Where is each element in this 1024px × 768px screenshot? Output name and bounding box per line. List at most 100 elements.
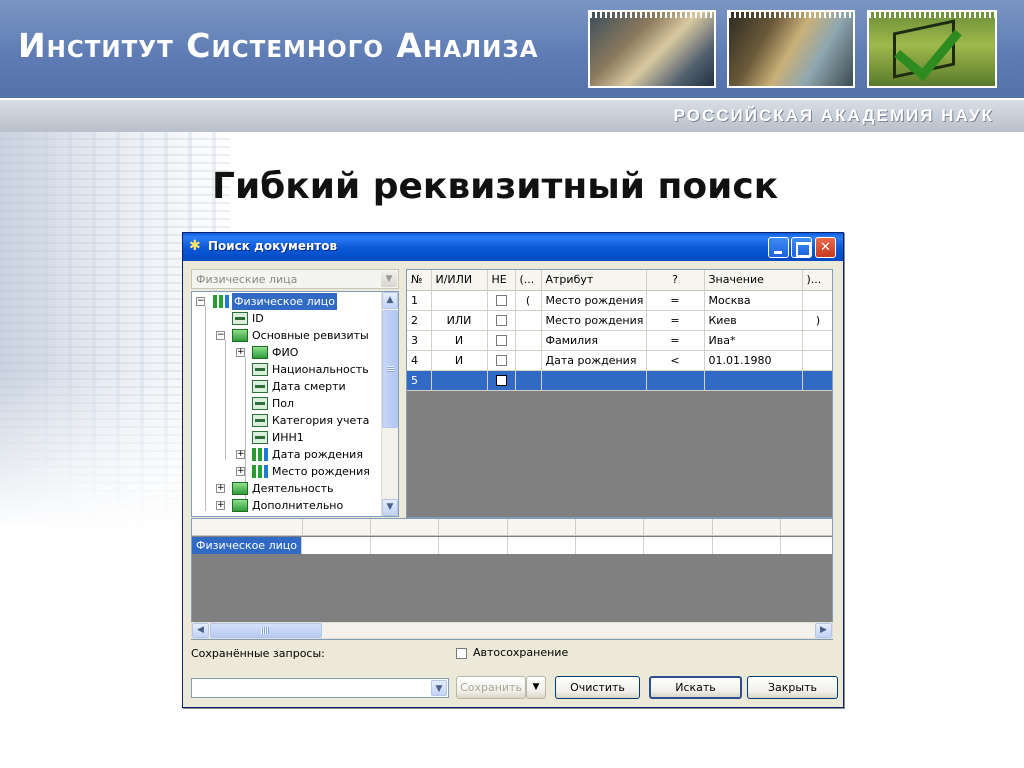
collapse-icon[interactable]: − (196, 297, 205, 306)
clear-button[interactable]: Очистить (555, 676, 640, 699)
results-cell[interactable] (303, 537, 371, 554)
results-col-header[interactable] (371, 519, 439, 536)
col-header-attribute[interactable]: Атрибут (541, 270, 647, 291)
col-header-open-paren[interactable]: (... (515, 270, 542, 291)
results-col-header[interactable] (508, 519, 576, 536)
cell-logic[interactable]: И (431, 350, 488, 371)
col-header-not[interactable]: НЕ (487, 270, 516, 291)
cell-close-paren[interactable] (802, 350, 832, 371)
results-col-header[interactable] (644, 519, 713, 536)
cell-logic[interactable] (431, 370, 488, 391)
cell-open-paren[interactable] (515, 310, 542, 331)
save-button[interactable]: Сохранить (456, 676, 526, 699)
autosave-checkbox[interactable] (456, 647, 467, 659)
close-window-button[interactable]: ✕ (815, 237, 836, 258)
expand-icon[interactable]: + (236, 450, 245, 459)
results-cell[interactable] (439, 537, 508, 554)
cell-operator[interactable]: = (646, 290, 705, 311)
results-row[interactable]: Физическое лицо (192, 537, 832, 554)
expand-icon[interactable]: + (216, 484, 225, 493)
save-options-dropdown[interactable]: ▼ (526, 676, 546, 699)
col-header-number[interactable]: № (407, 270, 432, 291)
criteria-row[interactable]: 4 И Дата рождения < 01.01.1980 (407, 350, 832, 371)
not-checkbox[interactable] (495, 295, 507, 306)
criteria-row[interactable]: 2 ИЛИ Место рождения = Киев ) (407, 310, 832, 331)
cell-value[interactable]: 01.01.1980 (704, 350, 803, 371)
cell-attribute[interactable]: Дата рождения (541, 350, 647, 371)
results-cell-selected[interactable]: Физическое лицо (192, 537, 302, 554)
criteria-row-selected[interactable]: 5 (407, 370, 832, 391)
scroll-up-icon[interactable]: ▲ (382, 292, 398, 309)
expand-icon[interactable]: + (236, 348, 245, 357)
cell-operator[interactable]: < (646, 350, 705, 371)
saved-queries-select[interactable]: ▼ (191, 678, 449, 698)
cell-open-paren[interactable] (515, 330, 542, 351)
results-cell[interactable] (644, 537, 713, 554)
scroll-thumb[interactable] (210, 623, 322, 638)
expand-icon[interactable]: + (236, 467, 245, 476)
not-checkbox[interactable] (495, 315, 507, 326)
results-col-header[interactable] (576, 519, 644, 536)
cell-operator[interactable]: = (646, 330, 705, 351)
scroll-left-icon[interactable]: ◀ (192, 623, 209, 638)
col-header-close-paren[interactable]: )... (802, 270, 832, 291)
cell-logic[interactable]: И (431, 330, 488, 351)
chevron-down-icon[interactable]: ▼ (381, 271, 397, 287)
results-col-header[interactable] (303, 519, 371, 536)
cell-not[interactable] (487, 350, 516, 371)
expand-icon[interactable]: + (216, 501, 225, 510)
results-col-header[interactable] (192, 519, 303, 536)
cell-close-paren[interactable] (802, 370, 832, 391)
not-checkbox[interactable] (495, 335, 507, 346)
criteria-row[interactable]: 3 И Фамилия = Ива* (407, 330, 832, 351)
cell-open-paren[interactable] (515, 350, 542, 371)
criteria-row[interactable]: 1 ( Место рождения = Москва (407, 290, 832, 311)
results-cell[interactable] (576, 537, 644, 554)
cell-not[interactable] (487, 290, 516, 311)
col-header-logic[interactable]: И/ИЛИ (431, 270, 488, 291)
cell-logic[interactable] (431, 290, 488, 311)
results-col-header[interactable] (713, 519, 781, 536)
chevron-down-icon[interactable]: ▼ (431, 680, 447, 696)
cell-open-paren[interactable] (515, 370, 542, 391)
close-button[interactable]: Закрыть (747, 676, 838, 699)
scroll-right-icon[interactable]: ▶ (815, 623, 832, 638)
cell-not[interactable] (487, 370, 516, 391)
minimize-button[interactable] (768, 237, 789, 258)
cell-logic[interactable]: ИЛИ (431, 310, 488, 331)
results-col-header[interactable] (439, 519, 508, 536)
cell-not[interactable] (487, 330, 516, 351)
results-cell[interactable] (508, 537, 576, 554)
criteria-grid[interactable]: № И/ИЛИ НЕ (... Атрибут ? Значение )... … (406, 269, 833, 518)
tree-vertical-scrollbar[interactable]: ▲ ▼ (381, 292, 398, 516)
not-checkbox[interactable] (495, 355, 507, 366)
cell-operator[interactable] (646, 370, 705, 391)
attribute-tree[interactable]: − Физическое лицо ID − Основные ревизиты… (191, 291, 399, 517)
cell-attribute[interactable]: Место рождения (541, 290, 647, 311)
autosave-option[interactable]: Автосохранение (456, 646, 568, 659)
results-cell[interactable] (713, 537, 781, 554)
window-titlebar[interactable]: ✱ Поиск документов ✕ (183, 233, 843, 261)
col-header-operator[interactable]: ? (646, 270, 705, 291)
search-button[interactable]: Искать (649, 676, 742, 699)
cell-attribute[interactable] (541, 370, 647, 391)
cell-value[interactable]: Киев (704, 310, 803, 331)
cell-attribute[interactable]: Место рождения (541, 310, 647, 331)
cell-attribute[interactable]: Фамилия (541, 330, 647, 351)
entity-type-select[interactable]: Физические лица ▼ (191, 269, 399, 289)
maximize-button[interactable] (791, 237, 812, 258)
results-horizontal-scrollbar[interactable]: ◀ ▶ (191, 622, 833, 639)
cell-value[interactable]: Ива* (704, 330, 803, 351)
cell-open-paren[interactable]: ( (515, 290, 542, 311)
cell-operator[interactable]: = (646, 310, 705, 331)
col-header-value[interactable]: Значение (704, 270, 803, 291)
cell-close-paren[interactable] (802, 290, 832, 311)
collapse-icon[interactable]: − (216, 331, 225, 340)
cell-close-paren[interactable]: ) (802, 310, 832, 331)
scroll-down-icon[interactable]: ▼ (382, 499, 398, 516)
cell-close-paren[interactable] (802, 330, 832, 351)
cell-value[interactable]: Москва (704, 290, 803, 311)
not-checkbox[interactable] (495, 375, 507, 386)
results-cell[interactable] (371, 537, 439, 554)
cell-value[interactable] (704, 370, 803, 391)
